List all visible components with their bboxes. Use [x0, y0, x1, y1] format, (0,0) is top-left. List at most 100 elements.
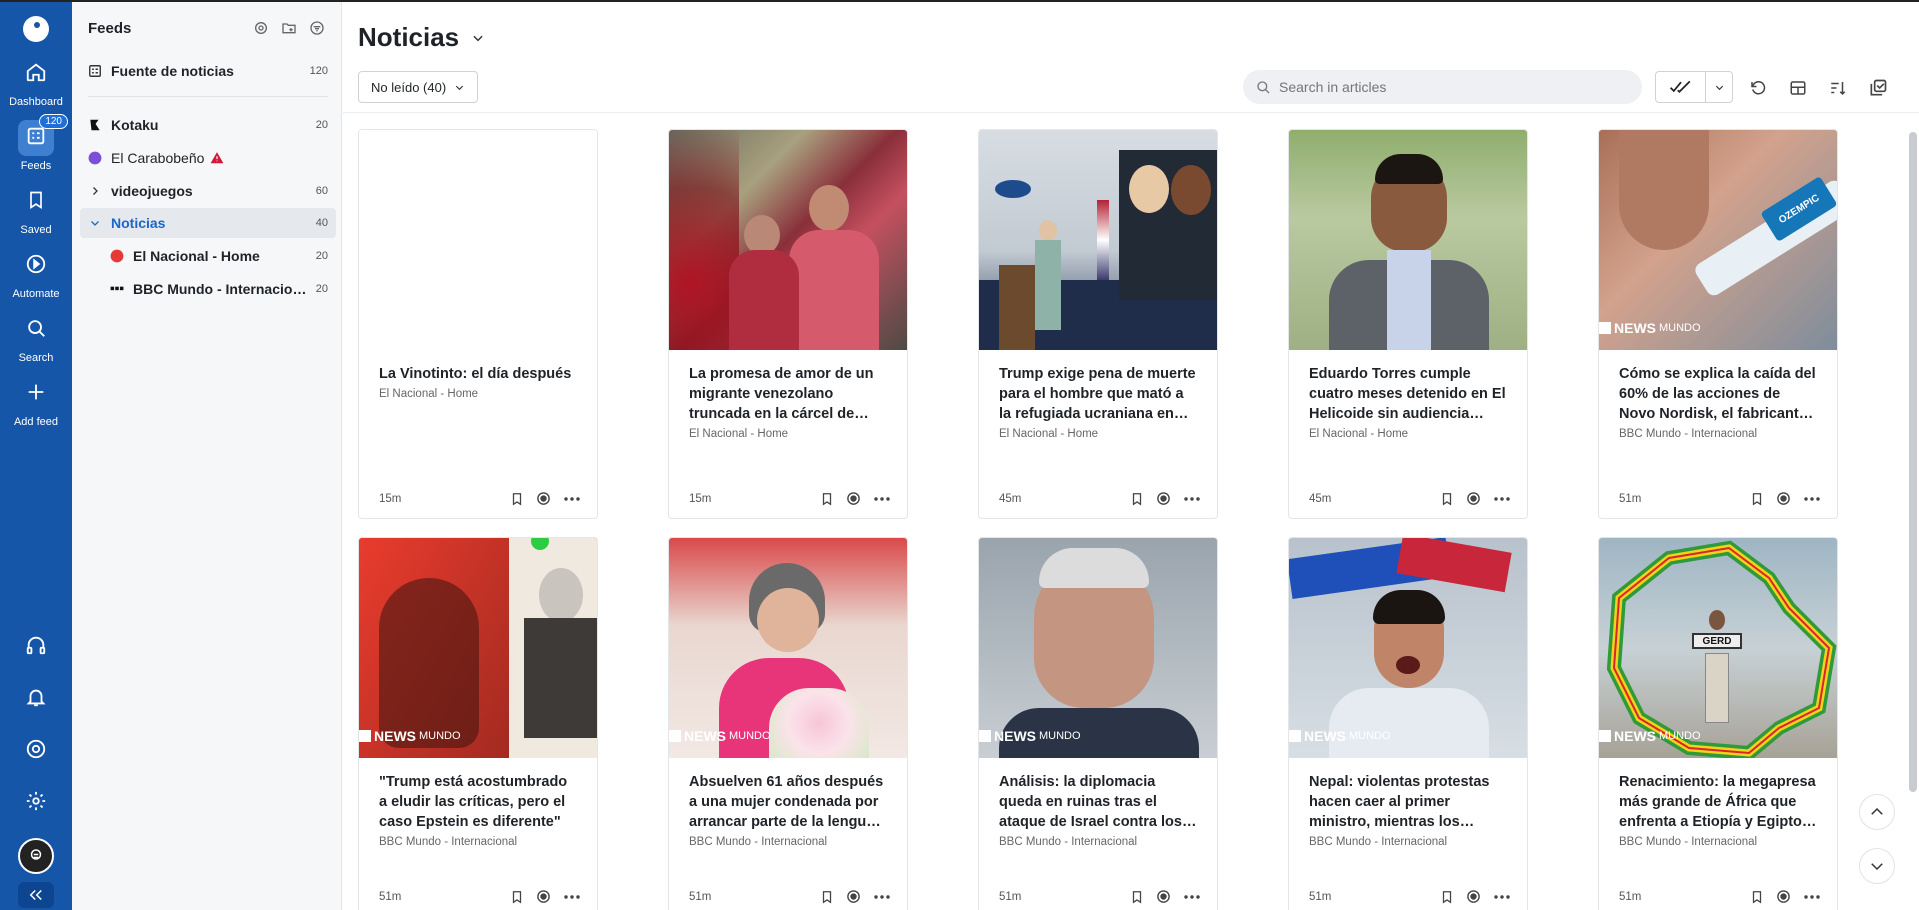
gear-icon[interactable]: [253, 20, 269, 36]
toolbar-divider: [343, 112, 1919, 113]
read-filter-dropdown[interactable]: No leído (40): [358, 71, 479, 103]
filter-icon[interactable]: [309, 20, 325, 36]
bookmark-icon[interactable]: [510, 890, 524, 904]
chevron-right-icon[interactable]: [88, 184, 102, 198]
headphones-icon[interactable]: [0, 634, 72, 656]
article-source: El Nacional - Home: [1309, 428, 1409, 440]
mark-read-icon[interactable]: [1776, 491, 1791, 506]
more-icon[interactable]: [873, 890, 891, 904]
article-title[interactable]: Renacimiento: la megapresa más grande de…: [1619, 772, 1817, 832]
bookmark-icon[interactable]: [1130, 890, 1144, 904]
sidebar-item-noticias[interactable]: Noticias 40: [80, 208, 336, 238]
bookmark-icon[interactable]: [1130, 492, 1144, 506]
bookmark-icon[interactable]: [1750, 890, 1764, 904]
mark-read-icon[interactable]: [1466, 491, 1481, 506]
chevron-down-icon[interactable]: [1706, 82, 1732, 93]
article-search[interactable]: [1243, 70, 1642, 104]
scroll-up-button[interactable]: [1859, 794, 1895, 830]
user-avatar[interactable]: [18, 838, 54, 874]
bbc-news-watermark: NEWS MUNDO: [1599, 320, 1701, 336]
article-source: BBC Mundo - Internacional: [1619, 836, 1758, 848]
bookmark-icon[interactable]: [1750, 492, 1764, 506]
app-logo[interactable]: [23, 16, 49, 42]
article-time: 15m: [379, 492, 402, 505]
article-title[interactable]: La Vinotinto: el día después: [379, 364, 577, 384]
mark-read-icon[interactable]: [536, 889, 551, 904]
sidebar-item-fuente-de-noticias[interactable]: Fuente de noticias 120: [80, 56, 336, 86]
article-card[interactable]: NEWS MUNDO "Trump está acostumbrado a elu…: [358, 537, 598, 910]
rail-feeds[interactable]: 120 Feeds: [0, 114, 72, 172]
sidebar-item-bbc-mundo[interactable]: BBC Mundo - Internacional 20: [80, 274, 336, 304]
bookmark-icon[interactable]: [1440, 492, 1454, 506]
chevron-down-icon[interactable]: [88, 216, 102, 230]
rail-search[interactable]: Search: [0, 312, 72, 364]
sidebar-item-videojuegos[interactable]: videojuegos 60: [80, 176, 336, 206]
bookmark-icon[interactable]: [820, 492, 834, 506]
rail-saved[interactable]: Saved: [0, 184, 72, 236]
more-icon[interactable]: [1493, 492, 1511, 506]
rail-saved-label: Saved: [20, 224, 52, 236]
mark-read-icon[interactable]: [1776, 889, 1791, 904]
bell-icon[interactable]: [0, 686, 72, 708]
mark-read-icon[interactable]: [1156, 491, 1171, 506]
more-icon[interactable]: [1493, 890, 1511, 904]
article-card[interactable]: La promesa de amor de un migrante venezo…: [668, 129, 908, 519]
mark-read-icon[interactable]: [1466, 889, 1481, 904]
sidebar-item-kotaku[interactable]: Kotaku 20: [80, 110, 336, 140]
search-input[interactable]: [1279, 79, 1599, 95]
rail-dashboard[interactable]: Dashboard: [0, 56, 72, 108]
rail-automate[interactable]: Automate: [0, 248, 72, 300]
more-icon[interactable]: [1803, 890, 1821, 904]
article-card[interactable]: NEWS MUNDO Análisis: la diplomacia queda …: [978, 537, 1218, 910]
collapse-sidebar-button[interactable]: [18, 882, 54, 908]
sidebar-item-label: videojuegos: [111, 183, 193, 199]
sidebar-item-el-nacional[interactable]: El Nacional - Home 20: [80, 241, 336, 271]
article-title[interactable]: Eduardo Torres cumple cuatro meses deten…: [1309, 364, 1507, 424]
mark-read-icon[interactable]: [536, 491, 551, 506]
more-icon[interactable]: [1803, 492, 1821, 506]
sort-icon[interactable]: [1827, 77, 1849, 99]
article-card[interactable]: NEWS MUNDO Nepal: violentas protestas hac…: [1288, 537, 1528, 910]
page-title[interactable]: Noticias: [358, 22, 485, 53]
mark-read-icon[interactable]: [846, 491, 861, 506]
article-time: 15m: [689, 492, 712, 505]
bookmark-icon[interactable]: [820, 890, 834, 904]
rail-add-feed[interactable]: Add feed: [0, 376, 72, 428]
article-title[interactable]: Absuelven 61 años después a una mujer co…: [689, 772, 887, 832]
settings-icon[interactable]: [0, 790, 72, 812]
article-source: El Nacional - Home: [379, 388, 479, 400]
feeds-title: Feeds: [88, 19, 132, 37]
article-card[interactable]: NEWS MUNDO Absuelven 61 años después a un…: [668, 537, 908, 910]
article-card[interactable]: La Vinotinto: el día después El Nacional…: [358, 129, 598, 519]
article-title[interactable]: "Trump está acostumbrado a eludir las cr…: [379, 772, 577, 832]
new-folder-icon[interactable]: [281, 20, 297, 36]
bookmark-icon[interactable]: [510, 492, 524, 506]
more-icon[interactable]: [563, 492, 581, 506]
more-icon[interactable]: [1183, 492, 1201, 506]
search-icon: [1255, 79, 1271, 95]
more-icon[interactable]: [563, 890, 581, 904]
mark-all-read-button[interactable]: [1656, 72, 1706, 102]
article-title[interactable]: La promesa de amor de un migrante venezo…: [689, 364, 887, 424]
article-title[interactable]: Trump exige pena de muerte para el hombr…: [999, 364, 1197, 424]
article-card[interactable]: OZEMPIC NEWS MUNDO Cómo se explica la caí…: [1598, 129, 1838, 519]
article-card[interactable]: GERD NEWS MUNDO Renacimiento: la megapres…: [1598, 537, 1838, 910]
help-icon[interactable]: [0, 738, 72, 760]
article-card[interactable]: Trump exige pena de muerte para el hombr…: [978, 129, 1218, 519]
scrollbar[interactable]: [1909, 132, 1917, 792]
sidebar-item-el-carabobeno[interactable]: El Carabobeño: [80, 143, 336, 173]
chevron-down-icon[interactable]: [471, 31, 485, 45]
mark-read-icon[interactable]: [1156, 889, 1171, 904]
article-title[interactable]: Cómo se explica la caída del 60% de las …: [1619, 364, 1817, 424]
copy-icon[interactable]: [1867, 77, 1889, 99]
more-icon[interactable]: [873, 492, 891, 506]
article-card[interactable]: Eduardo Torres cumple cuatro meses deten…: [1288, 129, 1528, 519]
more-icon[interactable]: [1183, 890, 1201, 904]
article-title[interactable]: Nepal: violentas protestas hacen caer al…: [1309, 772, 1507, 832]
mark-read-icon[interactable]: [846, 889, 861, 904]
bookmark-icon[interactable]: [1440, 890, 1454, 904]
article-title[interactable]: Análisis: la diplomacia queda en ruinas …: [999, 772, 1197, 832]
scroll-down-button[interactable]: [1859, 848, 1895, 884]
refresh-icon[interactable]: [1747, 77, 1769, 99]
grid-view-icon[interactable]: [1787, 77, 1809, 99]
